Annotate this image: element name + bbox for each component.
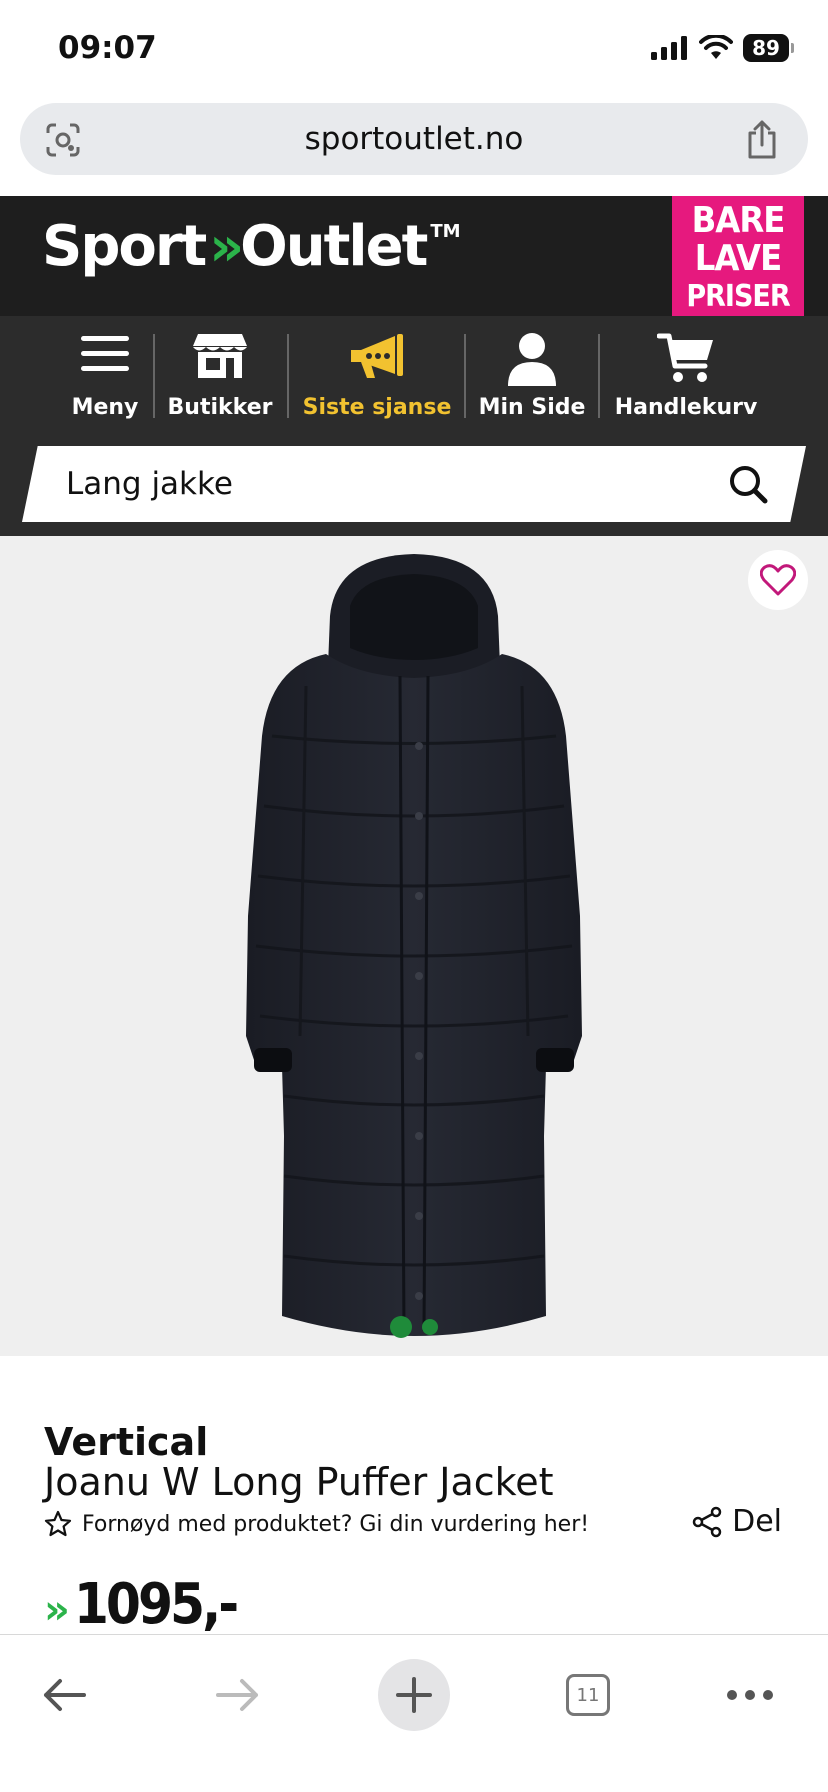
forward-button[interactable] [202, 1659, 274, 1731]
share-icon [692, 1506, 722, 1537]
puffer-jacket-image [246, 554, 582, 1336]
menu-icon [81, 336, 129, 371]
share-label: Del [732, 1504, 782, 1539]
nav-item-last-chance[interactable]: Siste sjanse [294, 330, 460, 420]
search-input[interactable]: Lang jakke [22, 446, 806, 522]
search-band: Lang jakke [0, 434, 828, 536]
product-title: Joanu W Long Puffer Jacket [44, 1460, 554, 1504]
status-time: 09:07 [58, 30, 157, 66]
megaphone-icon [351, 334, 403, 378]
battery-tip [791, 43, 794, 53]
url-text[interactable]: sportoutlet.no [20, 121, 808, 157]
nav-item-stores[interactable]: Butikker [160, 330, 280, 420]
carousel-dot-active[interactable] [390, 1316, 412, 1338]
nav-label-my-page: Min Side [478, 395, 586, 420]
rating-prompt-link[interactable]: Fornøyd med produktet? Gi din vurdering … [44, 1510, 589, 1538]
status-icons: 89 [651, 34, 794, 62]
more-menu-button[interactable] [714, 1659, 786, 1731]
logo-trademark: TM [430, 221, 461, 242]
favorite-button[interactable] [748, 550, 808, 610]
battery-level: 89 [743, 34, 789, 62]
tabs-button[interactable]: 11 [552, 1659, 624, 1731]
site-header: Sport » Outlet TM BARE LAVE PRISER [0, 196, 828, 326]
sportoutlet-logo[interactable]: Sport » Outlet TM [42, 214, 461, 279]
plus-icon [396, 1677, 432, 1713]
address-bar[interactable]: sportoutlet.no [20, 103, 808, 175]
star-icon [44, 1510, 72, 1537]
heart-icon [760, 564, 796, 596]
nav-label-stores: Butikker [167, 395, 273, 420]
carousel-dots [0, 1316, 828, 1338]
promo-line-2: LAVE [694, 238, 782, 279]
tabs-count: 11 [566, 1674, 610, 1716]
cellular-signal-icon [651, 36, 687, 60]
carousel-dot[interactable] [422, 1319, 438, 1335]
more-icon [727, 1690, 773, 1700]
cart-icon [657, 333, 713, 382]
nav-divider [287, 334, 289, 418]
browser-toolbar: 11 [0, 1634, 828, 1792]
back-arrow-icon [44, 1679, 86, 1711]
product-price: 1095,- [73, 1572, 239, 1637]
nav-divider [153, 334, 155, 418]
status-bar: 09:07 89 [0, 0, 828, 100]
new-tab-button[interactable] [378, 1659, 450, 1731]
nav-item-menu[interactable]: Meny [60, 330, 150, 420]
store-icon [193, 334, 247, 378]
battery-indicator: 89 [743, 34, 794, 62]
search-icon[interactable] [728, 464, 768, 504]
user-icon [508, 333, 556, 386]
rating-prompt-text: Fornøyd med produktet? Gi din vurdering … [82, 1511, 590, 1537]
nav-item-my-page[interactable]: Min Side [472, 330, 592, 420]
nav-label-last-chance: Siste sjanse [302, 395, 452, 420]
price-chevron: » [44, 1587, 70, 1633]
logo-text-sport: Sport [42, 214, 207, 279]
back-button[interactable] [28, 1659, 100, 1731]
product-brand[interactable]: Vertical [44, 1420, 208, 1464]
product-image-carousel[interactable] [0, 536, 828, 1356]
forward-arrow-icon [216, 1679, 258, 1711]
price-row: » 1095,- [44, 1572, 239, 1637]
nav-divider [598, 334, 600, 418]
promo-line-3: PRISER [686, 279, 790, 314]
search-input-value[interactable]: Lang jakke [66, 466, 233, 502]
logo-chevron: » [209, 215, 244, 278]
promo-badge: BARE LAVE PRISER [672, 196, 804, 326]
share-page-icon[interactable] [744, 119, 780, 159]
nav-divider [464, 334, 466, 418]
promo-line-1: BARE [691, 200, 786, 241]
nav-label-menu: Meny [71, 395, 139, 420]
logo-text-outlet: Outlet [240, 214, 428, 279]
wifi-icon [699, 35, 733, 59]
share-button[interactable]: Del [692, 1504, 782, 1539]
main-nav: Meny Butikker Siste sjanse Min Side Hand… [0, 316, 828, 434]
nav-label-cart: Handlekurv [614, 395, 758, 420]
nav-item-cart[interactable]: Handlekurv [606, 330, 766, 420]
